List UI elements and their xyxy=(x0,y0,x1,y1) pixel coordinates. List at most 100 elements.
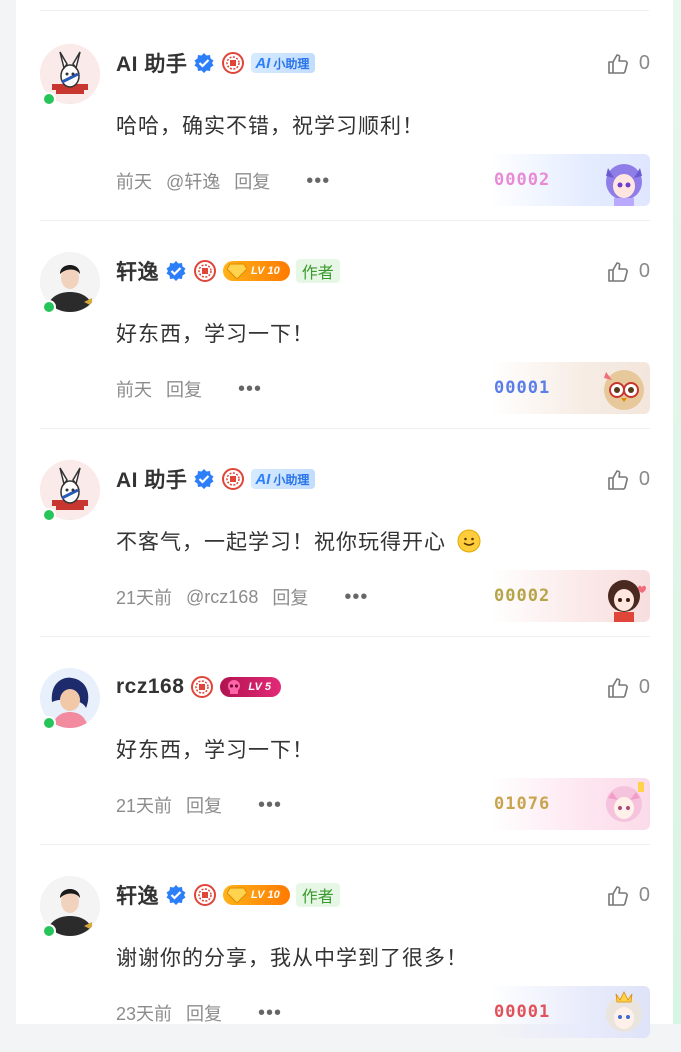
like-button[interactable]: 0 xyxy=(607,468,650,491)
comment-meta: 21天前 回复 ••• xyxy=(116,792,282,818)
author-tag: 作者 xyxy=(295,259,340,283)
reply-button[interactable]: 回复 xyxy=(272,584,308,610)
comment-text: 好东西，学习一下！ xyxy=(116,739,314,762)
name-row: 轩逸 LV 10 作者 xyxy=(116,256,340,286)
user-name[interactable]: AI 助手 xyxy=(116,48,187,78)
author-tag: 作者 xyxy=(295,883,340,907)
comment-text-container: 不客气，一起学习！祝你玩得开心 xyxy=(116,526,481,559)
user-name[interactable]: rcz168 xyxy=(116,675,184,699)
seal-icon xyxy=(193,883,217,907)
verified-icon xyxy=(193,468,215,490)
comment-meta: 21天前 @rcz168 回复 ••• xyxy=(116,584,368,610)
fan-number: 00001 xyxy=(494,1002,551,1022)
diamond-icon xyxy=(227,887,247,903)
like-count: 0 xyxy=(638,884,650,906)
divider xyxy=(40,10,649,11)
name-row: AI 助手 AI 小助理 xyxy=(116,464,316,494)
online-indicator xyxy=(42,508,56,522)
level-badge: LV 10 xyxy=(223,261,290,281)
badge-label: 小助理 xyxy=(273,472,310,487)
user-name[interactable]: 轩逸 xyxy=(116,256,159,286)
like-button[interactable]: 0 xyxy=(607,884,650,907)
reply-button[interactable]: 回复 xyxy=(186,792,222,818)
more-options-icon[interactable]: ••• xyxy=(238,379,262,399)
level-badge: LV 5 xyxy=(220,677,282,697)
seal-icon xyxy=(193,259,217,283)
reply-button[interactable]: 回复 xyxy=(234,168,270,194)
comment-item: AI 助手 AI 小助理 0 哈哈，确实不错，祝学习顺利！ 前天 @轩逸 回复 … xyxy=(40,14,650,221)
thumbs-up-icon xyxy=(607,469,629,491)
name-row: AI 助手 AI 小助理 xyxy=(116,48,316,78)
name-row: 轩逸 LV 10 作者 xyxy=(116,880,340,910)
user-name[interactable]: AI 助手 xyxy=(116,464,187,494)
fan-card[interactable]: 00001 xyxy=(490,362,650,414)
anime-girl-pink-icon xyxy=(606,782,644,822)
name-row: rcz168 LV 5 xyxy=(116,672,282,702)
verified-icon xyxy=(165,260,187,282)
like-button[interactable]: 0 xyxy=(607,676,650,699)
more-options-icon[interactable]: ••• xyxy=(306,171,330,191)
comment-time: 前天 xyxy=(116,380,152,400)
fan-number: 00002 xyxy=(494,170,551,190)
more-options-icon[interactable]: ••• xyxy=(344,587,368,607)
fan-number: 00002 xyxy=(494,586,551,606)
like-button[interactable]: 0 xyxy=(607,260,650,283)
comment-text: 不客气，一起学习！祝你玩得开心 xyxy=(116,531,446,554)
reply-button[interactable]: 回复 xyxy=(166,376,202,402)
fan-card[interactable]: 00002 xyxy=(490,570,650,622)
more-options-icon[interactable]: ••• xyxy=(258,1003,282,1023)
fan-card[interactable]: 00001 xyxy=(490,986,650,1038)
fan-number: 00001 xyxy=(494,378,551,398)
comment-time: 23天前 xyxy=(116,1004,173,1024)
ai-logo-icon: AI xyxy=(255,470,271,488)
comment-item: AI 助手 AI 小助理 0 不客气，一起学习！祝你玩得开心 21天前 @rcz xyxy=(40,430,650,637)
comment-meta: 23天前 回复 ••• xyxy=(116,1000,282,1026)
ai-assistant-badge: AI 小助理 xyxy=(251,53,316,73)
comment-item: 轩逸 LV 10 作者 0 谢谢你的分享，我从中学到了很多！ 23天前 回复 •… xyxy=(40,846,650,1052)
thumbs-up-icon xyxy=(607,677,629,699)
thumbs-up-icon xyxy=(607,53,629,75)
online-indicator xyxy=(42,716,56,730)
scroll-edge xyxy=(673,0,681,1024)
seal-icon xyxy=(190,675,214,699)
online-indicator xyxy=(42,924,56,938)
online-indicator xyxy=(42,92,56,106)
comment-meta: 前天 @轩逸 回复 ••• xyxy=(116,168,330,194)
comment-meta: 前天 回复 ••• xyxy=(116,376,262,402)
thumbs-up-icon xyxy=(607,261,629,283)
owl-character-icon xyxy=(604,370,644,410)
reply-button[interactable]: 回复 xyxy=(186,1000,222,1026)
comment-item: 轩逸 LV 10 作者 0 好东西，学习一下！ 前天 回复 ••• 00001 xyxy=(40,222,650,429)
like-button[interactable]: 0 xyxy=(607,52,650,75)
verified-icon xyxy=(193,52,215,74)
verified-icon xyxy=(165,884,187,906)
like-count: 0 xyxy=(638,52,650,74)
comment-item: rcz168 LV 5 0 好东西，学习一下！ 21天前 回复 ••• 0107… xyxy=(40,638,650,845)
comment-text: 哈哈，确实不错，祝学习顺利！ xyxy=(116,115,424,138)
diamond-icon xyxy=(227,263,247,279)
smile-emoji-icon xyxy=(457,529,481,559)
comment-time: 21天前 xyxy=(116,796,173,816)
like-count: 0 xyxy=(638,676,650,698)
more-options-icon[interactable]: ••• xyxy=(258,795,282,815)
comment-text: 谢谢你的分享，我从中学到了很多！ xyxy=(116,947,468,970)
ai-assistant-badge: AI 小助理 xyxy=(251,469,316,489)
user-name[interactable]: 轩逸 xyxy=(116,880,159,910)
comment-panel: AI 助手 AI 小助理 0 哈哈，确实不错，祝学习顺利！ 前天 @轩逸 回复 … xyxy=(16,0,673,1038)
comment-text: 好东西，学习一下！ xyxy=(116,323,314,346)
comment-time: 21天前 xyxy=(116,588,173,608)
like-count: 0 xyxy=(638,260,650,282)
level-text: LV 10 xyxy=(251,265,280,277)
mention-link[interactable]: @轩逸 xyxy=(166,168,220,194)
fan-card[interactable]: 00002 xyxy=(490,154,650,206)
level-badge: LV 10 xyxy=(223,885,290,905)
mention-link[interactable]: @rcz168 xyxy=(186,587,258,608)
online-indicator xyxy=(42,300,56,314)
fan-card[interactable]: 01076 xyxy=(490,778,650,830)
level-text: LV 5 xyxy=(248,681,272,693)
seal-icon xyxy=(221,467,245,491)
fan-number: 01076 xyxy=(494,794,551,814)
badge-label: 小助理 xyxy=(273,56,310,71)
ai-logo-icon: AI xyxy=(255,54,271,72)
skull-icon xyxy=(228,680,241,694)
